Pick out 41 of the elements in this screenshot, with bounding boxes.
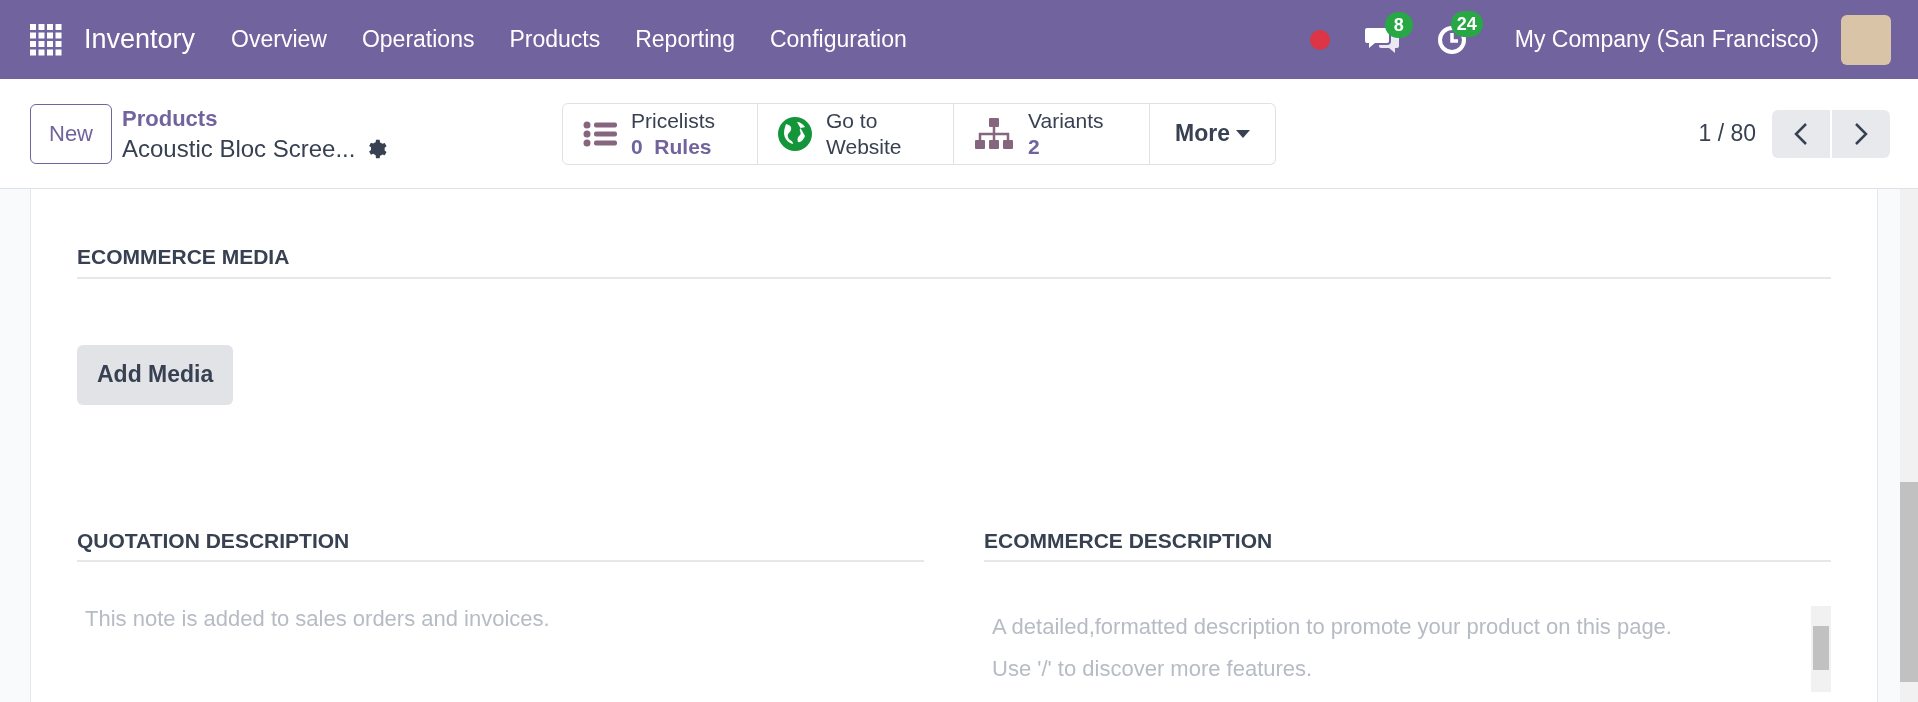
stat-button[interactable]: Go to Website bbox=[758, 102, 954, 165]
stat-button[interactable]: Variants 2 bbox=[954, 102, 1150, 165]
new-button[interactable]: New bbox=[30, 103, 112, 164]
activity-count-badge: 24 bbox=[1450, 10, 1483, 37]
stat-label: Pricelists bbox=[631, 107, 716, 134]
quotation-description-field[interactable]: This note is added to sales orders and invoices. bbox=[77, 602, 924, 635]
apps-grid-icon[interactable] bbox=[30, 23, 62, 56]
app-name[interactable]: Inventory bbox=[84, 19, 196, 60]
pager-value[interactable]: 1 / 80 bbox=[1698, 116, 1756, 151]
more-button[interactable]: More bbox=[1150, 102, 1276, 165]
next-button[interactable] bbox=[1832, 109, 1890, 158]
record-name: Acoustic Bloc Scree... bbox=[122, 133, 356, 164]
message-count-badge: 8 bbox=[1384, 11, 1413, 38]
page-scrollbar[interactable] bbox=[1900, 189, 1918, 702]
stat-value: 0 Rules bbox=[631, 133, 713, 160]
section-heading: QUOTATION DESCRIPTION bbox=[77, 524, 924, 562]
globe-icon bbox=[778, 116, 812, 151]
list-icon bbox=[583, 120, 617, 147]
add-media-button[interactable]: Add Media bbox=[77, 344, 234, 405]
hierarchy-icon bbox=[974, 117, 1014, 150]
section-heading: ECOMMERCE DESCRIPTION bbox=[984, 524, 1831, 562]
stat-button[interactable]: Pricelists 0 Rules bbox=[562, 102, 758, 165]
nav-menu-item[interactable]: Products bbox=[509, 22, 601, 57]
stat-label: Variants bbox=[1028, 107, 1104, 134]
company-name[interactable]: My Company (San Francisco) bbox=[1514, 22, 1819, 57]
previous-button[interactable] bbox=[1772, 109, 1830, 158]
nav-menu-item[interactable]: Operations bbox=[361, 22, 475, 57]
breadcrumb-link[interactable]: Products bbox=[122, 103, 562, 134]
nav-menu-item[interactable]: Configuration bbox=[769, 22, 907, 57]
avatar[interactable] bbox=[1841, 14, 1891, 65]
caret-icon bbox=[1236, 129, 1250, 138]
stat-value: 2 bbox=[1028, 133, 1041, 160]
chevron-left-icon bbox=[1794, 121, 1808, 146]
nav-menu-item[interactable]: Reporting bbox=[635, 22, 735, 57]
editor-scrollbar[interactable] bbox=[1811, 606, 1831, 692]
nav-menu-item[interactable]: Overview bbox=[231, 22, 327, 57]
section-heading: ECOMMERCE MEDIA bbox=[77, 241, 1831, 279]
ecommerce-description-editor[interactable]: A detailed,formatted description to promote your product on this page. Use '/' to discover more features. bbox=[984, 606, 1811, 692]
chevron-right-icon bbox=[1854, 121, 1868, 146]
stat-label: Go to bbox=[826, 107, 879, 134]
stat-value: Website bbox=[826, 133, 902, 160]
